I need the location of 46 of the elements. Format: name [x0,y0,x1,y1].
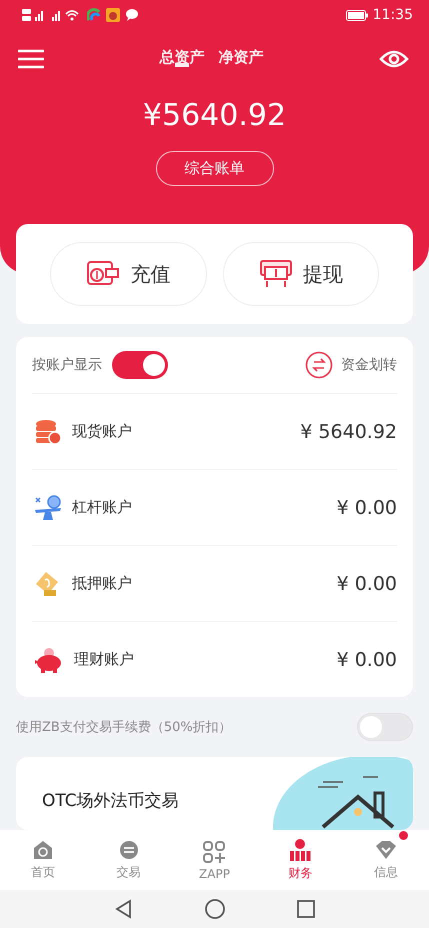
recents-icon[interactable] [296,899,316,919]
diamond-icon [374,839,398,861]
account-balance: ¥ 5640.92 [300,420,397,442]
account-balance: ¥ 0.00 [336,648,397,670]
toggle-label: 按账户显示 [32,356,102,374]
account-balance: ¥ 0.00 [336,496,397,518]
transfer-button[interactable]: 资金划转 [305,351,397,379]
asset-tab[interactable]: 净资产 [218,48,264,70]
swap-icon [305,351,333,379]
home-button-icon[interactable] [204,898,226,920]
nav-tab[interactable]: 财务 [265,830,336,890]
eye-icon[interactable] [379,49,409,69]
apps-icon [202,840,226,864]
back-icon[interactable] [114,899,134,919]
action-button[interactable]: 充值 [50,242,206,306]
clock: 11:35 [372,7,413,23]
finance-icon [288,838,312,862]
nav-tab[interactable]: ZAPP [179,830,250,890]
menu-icon[interactable] [18,49,44,69]
nav-tab[interactable]: 交易 [94,830,164,890]
action-button[interactable]: 提现 [222,242,379,306]
account-name: 理财账户 [74,650,134,669]
app-icon [87,8,101,22]
scale-icon [34,494,62,522]
statement-button[interactable]: 综合账单 [156,151,274,186]
account-balance: ¥ 0.00 [336,572,397,594]
otc-banner[interactable]: OTC场外法币交易 [16,757,413,830]
app-icon [106,8,120,22]
total-amount: ¥5640.92 [142,98,286,133]
fee-toggle[interactable] [357,713,413,741]
banner-title: OTC场外法币交易 [42,790,179,812]
nav-tab[interactable]: 信息 [351,830,422,890]
display-toggle[interactable] [112,351,168,379]
piggy-bank-icon [34,646,64,674]
account-name: 杠杆账户 [72,498,132,517]
account-name: 现货账户 [72,422,132,441]
cash-icon [258,259,293,289]
battery-icon [346,10,368,20]
account-name: 抵押账户 [72,574,132,593]
exchange-icon [118,839,140,861]
home-icon [32,839,54,861]
nav-tab[interactable]: 首页 [8,830,78,890]
chat-icon [125,8,139,22]
notification-dot [399,831,408,840]
coin-stack-icon [34,418,62,446]
fee-option-label: 使用ZB支付交易手续费（50%折扣） [16,719,232,736]
